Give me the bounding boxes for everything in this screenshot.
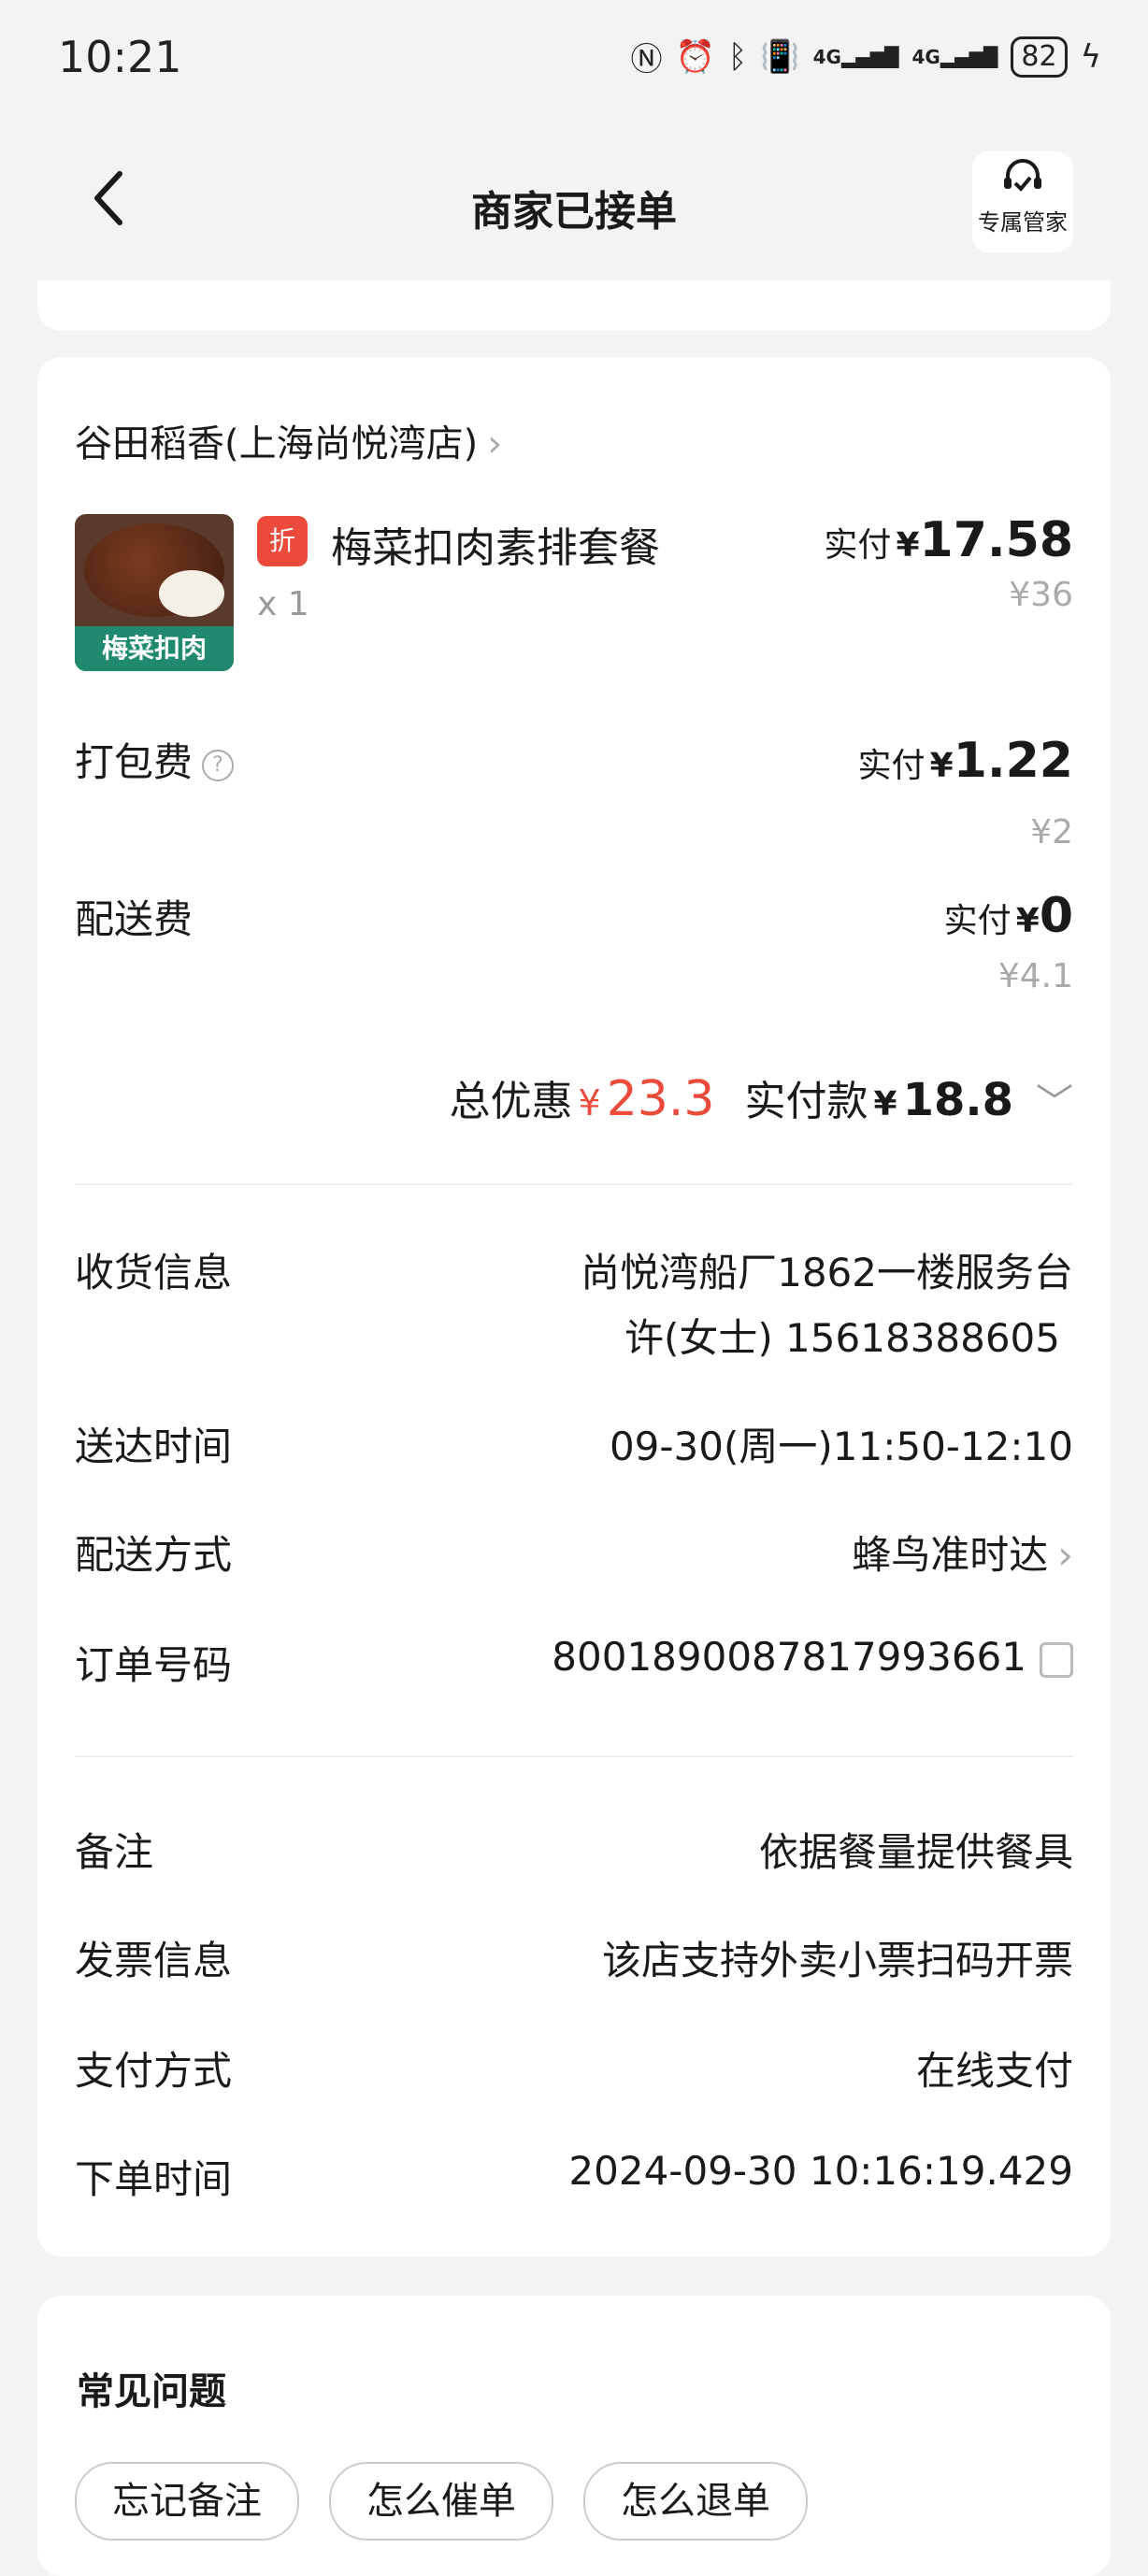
yen-symbol: ¥ <box>1015 902 1040 940</box>
vibrate-icon: 📳 <box>760 37 800 76</box>
paid-label: 实付 <box>857 747 926 785</box>
invoice-value: 该店支持外卖小票扫码开票 <box>601 1938 1073 1983</box>
chevron-down-icon[interactable]: ﹀ <box>1036 1072 1073 1126</box>
order-time-value: 2024-09-30 10:16:19.429 <box>568 2148 1073 2194</box>
delivery-method-value: 蜂鸟准时达 <box>852 1532 1049 1578</box>
item-quantity: x 1 <box>257 585 309 623</box>
faq-chip-urge-order[interactable]: 怎么催单 <box>329 2462 553 2540</box>
divider <box>75 1183 1073 1185</box>
delivery-method-label: 配送方式 <box>75 1532 233 1578</box>
store-name: 谷田稻香(上海尚悦湾店) <box>75 422 479 465</box>
arrival-time-value: 09-30(周一)11:50-12:10 <box>609 1424 1073 1469</box>
arrival-time-label: 送达时间 <box>75 1424 233 1469</box>
divider <box>75 1755 1073 1757</box>
faq-chip-forgot-note[interactable]: 忘记备注 <box>75 2462 299 2540</box>
bluetooth-icon: ᛒ <box>727 37 748 76</box>
paid-value: 0 <box>1039 888 1073 944</box>
status-icons: Ⓝ ⏰ ᛒ 📳 4G▂▄▆█ 4G▂▄▆█ 82 ϟ <box>631 34 1101 79</box>
order-time-label: 下单时间 <box>75 2156 233 2202</box>
payment-method-label: 支付方式 <box>75 2048 233 2094</box>
address-line2: 许(女士) 15618388605 <box>624 1315 1060 1361</box>
previous-card-edge <box>37 280 1111 331</box>
total-yen: ¥ <box>873 1085 897 1123</box>
order-number-label: 订单号码 <box>75 1642 233 1688</box>
chevron-right-icon: › <box>487 422 503 465</box>
headset-icon <box>972 159 1073 208</box>
alarm-icon: ⏰ <box>675 37 715 76</box>
total-paid-value: 18.8 <box>902 1074 1013 1126</box>
faq-title: 常见问题 <box>77 2370 226 2413</box>
item-name: 梅菜扣肉素排套餐 <box>331 524 660 572</box>
yen-symbol: ¥ <box>896 526 920 565</box>
order-detail-card: 谷田稻香(上海尚悦湾店) › 梅菜扣肉 折 梅菜扣肉素排套餐 x 1 实付 ¥17… <box>37 357 1111 2256</box>
address-line1: 尚悦湾船厂1862一楼服务台 <box>581 1250 1073 1295</box>
packing-fee-original: ¥2 <box>1030 813 1073 852</box>
steward-button[interactable]: 专属管家 <box>972 151 1073 252</box>
item-original-price: ¥36 <box>1009 576 1073 614</box>
totals-row[interactable]: 总优惠 ¥23.3 实付款 ¥ 18.8 ﹀ <box>450 1067 1073 1127</box>
address-label: 收货信息 <box>75 1250 233 1295</box>
battery-indicator: 82 <box>1011 36 1068 78</box>
packing-fee-paid: 实付 ¥1.22 <box>858 733 1073 789</box>
invoice-label: 发票信息 <box>75 1938 233 1983</box>
delivery-fee-paid: 实付 ¥0 <box>944 888 1073 944</box>
copy-icon[interactable] <box>1040 1641 1073 1678</box>
nav-bar: 商家已接单 专属管家 <box>0 140 1148 271</box>
store-name-link[interactable]: 谷田稻香(上海尚悦湾店) › <box>75 413 502 467</box>
order-number-row: 8001890087817993661 <box>552 1634 1073 1680</box>
status-time: 10:21 <box>58 32 182 82</box>
delivery-method-link[interactable]: 蜂鸟准时达 › <box>852 1524 1073 1581</box>
note-value: 依据餐量提供餐具 <box>758 1829 1073 1875</box>
chevron-right-icon: › <box>1057 1532 1073 1578</box>
total-paid-label: 实付款 <box>744 1078 868 1125</box>
paid-value: 1.22 <box>953 733 1073 789</box>
discount-value: 23.3 <box>606 1071 715 1127</box>
paid-label: 实付 <box>943 902 1012 940</box>
paid-value: 17.58 <box>919 512 1073 568</box>
item-paid-price: 实付 ¥17.58 <box>824 512 1073 568</box>
packing-fee-label: 打包费? <box>75 731 235 788</box>
delivery-fee-label: 配送费 <box>75 896 194 942</box>
faq-card: 常见问题 忘记备注 怎么催单 怎么退单 <box>37 2296 1111 2576</box>
note-label: 备注 <box>75 1829 154 1875</box>
packing-fee-text: 打包费 <box>75 739 194 785</box>
nfc-icon: Ⓝ <box>630 41 663 79</box>
status-bar: 10:21 Ⓝ ⏰ ᛒ 📳 4G▂▄▆█ 4G▂▄▆█ 82 ϟ <box>0 0 1148 112</box>
discount-yen: ¥ <box>578 1082 601 1123</box>
item-thumbnail[interactable]: 梅菜扣肉 <box>75 514 234 671</box>
payment-method-value: 在线支付 <box>915 2048 1073 2094</box>
signal-icon: 4G▂▄▆█ <box>812 45 899 68</box>
rice-image <box>159 570 224 617</box>
paid-label: 实付 <box>824 526 892 565</box>
thumbnail-label: 梅菜扣肉 <box>75 626 234 671</box>
discount-label: 总优惠 <box>449 1078 573 1125</box>
discount-badge: 折 <box>257 516 308 566</box>
order-number-value: 8001890087817993661 <box>552 1634 1026 1680</box>
charging-icon: ϟ <box>1080 37 1101 76</box>
faq-chip-refund[interactable]: 怎么退单 <box>583 2462 808 2540</box>
delivery-fee-original: ¥4.1 <box>997 957 1073 995</box>
signal-icon: 4G▂▄▆█ <box>911 45 998 68</box>
help-icon[interactable]: ? <box>202 749 235 781</box>
steward-label: 专属管家 <box>978 209 1068 236</box>
yen-symbol: ¥ <box>929 747 954 785</box>
